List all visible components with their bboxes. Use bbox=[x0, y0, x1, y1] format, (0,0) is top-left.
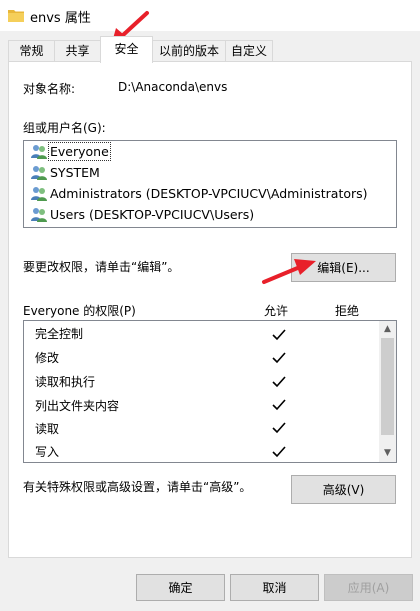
table-row: 写入 bbox=[35, 441, 60, 462]
advanced-hint: 有关特殊权限或高级设置，请单击“高级”。 bbox=[23, 480, 252, 494]
table-row: 完全控制 bbox=[35, 323, 83, 345]
tab-previous-versions[interactable]: 以前的版本 bbox=[152, 40, 226, 62]
tab-strip: 常规 共享 安全 以前的版本 自定义 bbox=[0, 31, 420, 63]
table-row: 读取和执行 bbox=[35, 371, 95, 393]
allow-header: 允许 bbox=[264, 304, 289, 318]
check-icon bbox=[272, 376, 286, 388]
cancel-button[interactable]: 取消 bbox=[230, 574, 319, 601]
check-icon bbox=[272, 352, 286, 364]
tab-security[interactable]: 安全 bbox=[100, 36, 153, 63]
check-icon bbox=[272, 329, 286, 341]
permission-name: 写入 bbox=[35, 445, 60, 459]
advanced-button[interactable]: 高级(V) bbox=[291, 475, 396, 504]
list-item[interactable]: SYSTEM bbox=[30, 162, 100, 182]
scroll-up-icon[interactable]: ▲ bbox=[379, 321, 396, 338]
object-name-label: 对象名称: bbox=[23, 82, 76, 96]
users-group-icon bbox=[31, 208, 47, 222]
folder-icon bbox=[8, 10, 24, 22]
table-row: 修改 bbox=[35, 347, 59, 369]
group-list-label: 组或用户名(G): bbox=[23, 121, 106, 135]
tab-label: 共享 bbox=[65, 44, 90, 58]
change-permissions-hint: 要更改权限，请单击“编辑”。 bbox=[23, 260, 180, 274]
tab-label: 常规 bbox=[19, 44, 44, 58]
table-row: 列出文件夹内容 bbox=[35, 395, 119, 417]
permissions-list[interactable]: 完全控制 修改 读取和执行 列出文件夹内容 读取 写入 ▲ ▼ bbox=[23, 320, 397, 463]
title-bar: envs 属性 bbox=[0, 0, 420, 31]
deny-header: 拒绝 bbox=[335, 304, 360, 318]
window-title: envs 属性 bbox=[30, 11, 91, 26]
check-icon bbox=[272, 446, 286, 458]
user-name: Everyone bbox=[48, 141, 111, 161]
users-group-icon bbox=[31, 166, 47, 180]
tab-customize[interactable]: 自定义 bbox=[225, 40, 273, 62]
list-item[interactable]: Users (DESKTOP-VPCIUCV\Users) bbox=[30, 204, 254, 224]
permission-name: 修改 bbox=[35, 351, 60, 365]
tab-general[interactable]: 常规 bbox=[8, 40, 55, 62]
users-group-icon bbox=[31, 187, 47, 201]
ok-button[interactable]: 确定 bbox=[136, 574, 225, 601]
permission-name: 完全控制 bbox=[35, 327, 84, 341]
tab-label: 安全 bbox=[114, 42, 139, 56]
user-name: Administrators (DESKTOP-VPCIUCV\Administ… bbox=[50, 185, 368, 201]
check-icon bbox=[272, 422, 286, 434]
permissions-scrollbar[interactable]: ▲ ▼ bbox=[379, 321, 396, 462]
edit-button[interactable]: 编辑(E)... bbox=[291, 253, 396, 282]
scroll-down-icon[interactable]: ▼ bbox=[379, 445, 396, 462]
tab-label: 以前的版本 bbox=[158, 44, 219, 58]
tab-label: 自定义 bbox=[230, 44, 267, 58]
table-row: 读取 bbox=[35, 418, 59, 440]
check-icon bbox=[272, 399, 286, 411]
permission-name: 读取和执行 bbox=[35, 375, 96, 389]
tab-sharing[interactable]: 共享 bbox=[54, 40, 101, 62]
group-user-list[interactable]: Everyone SYSTEM Administrators (DESKTOP-… bbox=[23, 140, 397, 228]
apply-button[interactable]: 应用(A) bbox=[324, 574, 413, 601]
user-name: SYSTEM bbox=[50, 164, 100, 180]
object-name-value: D:\Anaconda\envs bbox=[118, 80, 228, 94]
list-item[interactable]: Administrators (DESKTOP-VPCIUCV\Administ… bbox=[30, 183, 368, 203]
user-name: Users (DESKTOP-VPCIUCV\Users) bbox=[50, 206, 255, 222]
users-group-icon bbox=[31, 145, 47, 159]
scroll-thumb[interactable] bbox=[381, 338, 394, 435]
permissions-label: Everyone 的权限(P) bbox=[23, 304, 136, 318]
permission-name: 读取 bbox=[35, 422, 60, 436]
list-item[interactable]: Everyone bbox=[30, 141, 111, 161]
permission-name: 列出文件夹内容 bbox=[35, 399, 120, 413]
